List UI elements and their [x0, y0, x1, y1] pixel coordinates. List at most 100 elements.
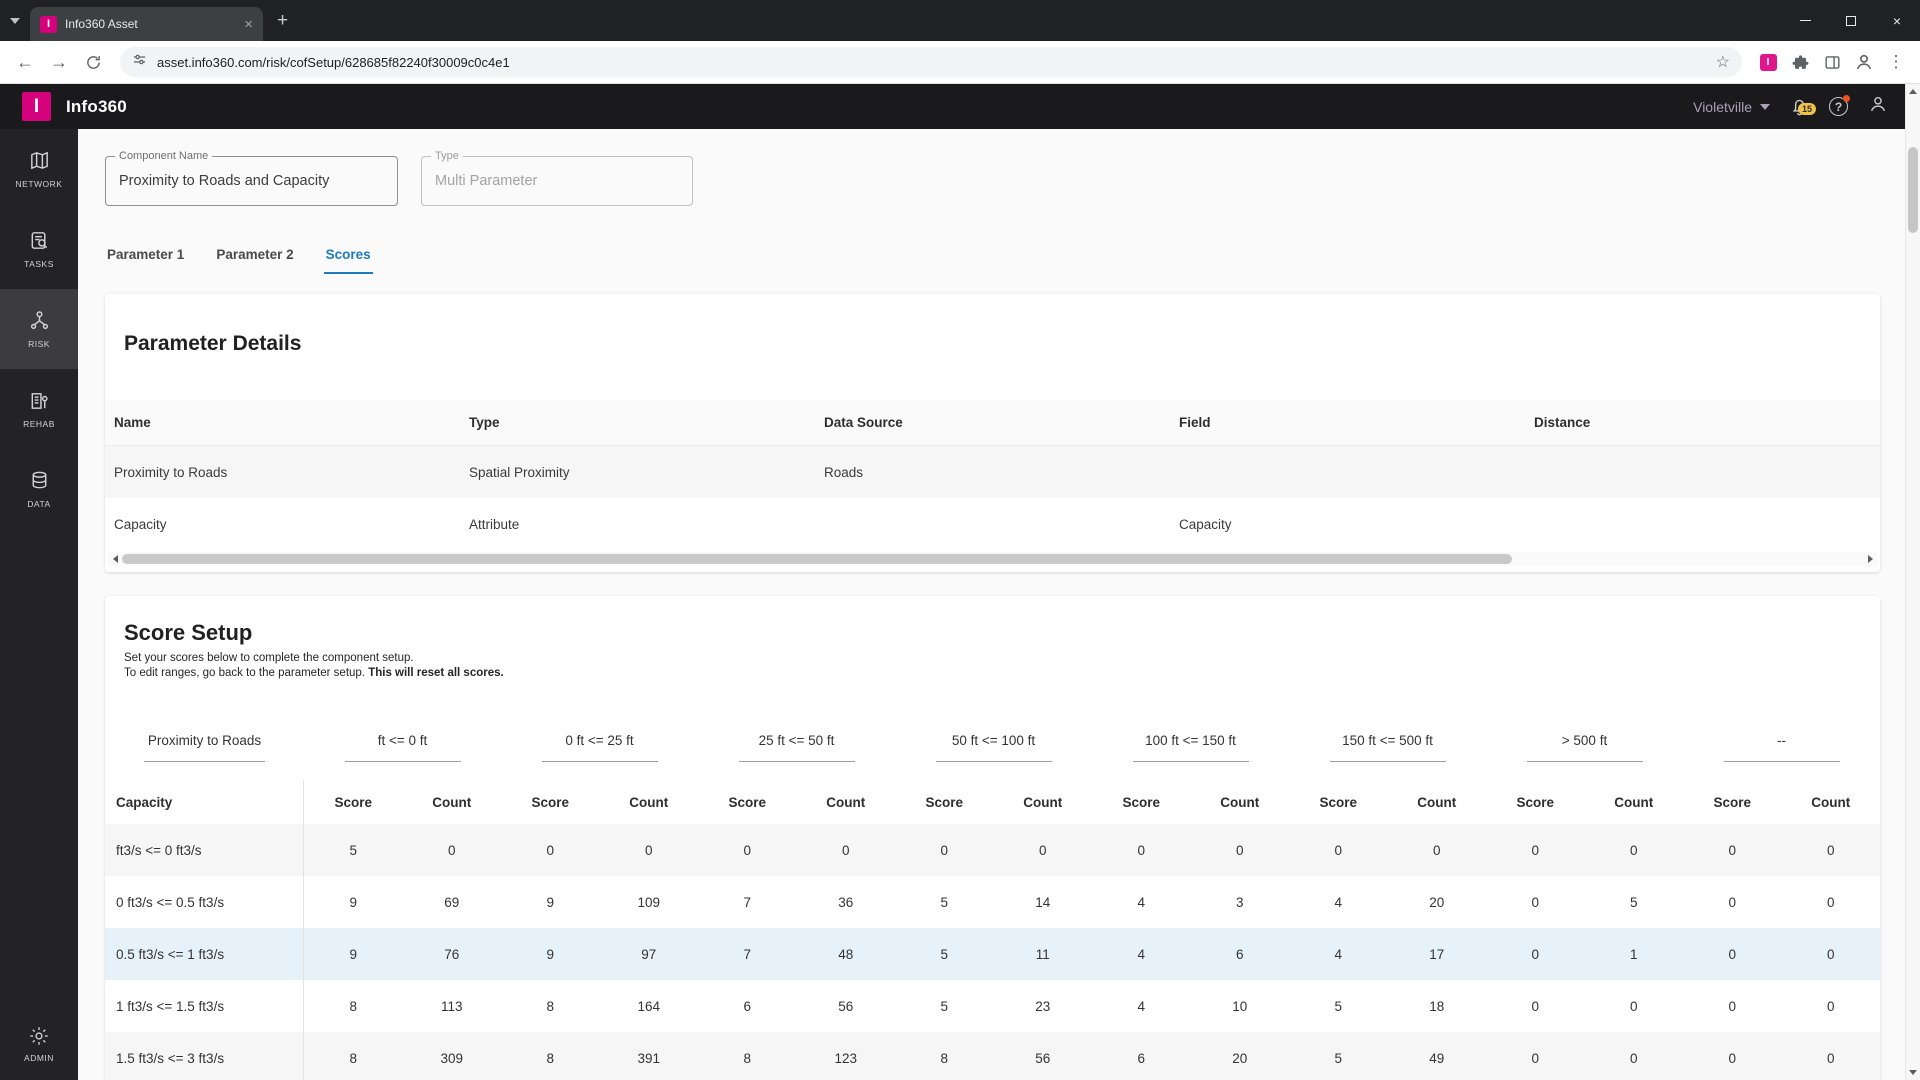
pd-cell: Capacity — [1179, 516, 1232, 532]
sidebar-item-rehab[interactable]: REHAB — [0, 369, 78, 449]
user-profile-button[interactable] — [1867, 93, 1889, 120]
score-value-cell[interactable]: 0 — [1486, 1032, 1585, 1080]
score-value-cell[interactable]: 4 — [1289, 928, 1388, 980]
score-value-cell[interactable]: 0 — [1486, 824, 1585, 876]
score-value-cell[interactable]: 9 — [304, 876, 403, 928]
profile-avatar-icon[interactable] — [1848, 46, 1880, 78]
tab-close-icon[interactable]: × — [244, 17, 253, 32]
score-value-cell[interactable]: 8 — [501, 980, 600, 1032]
new-tab-button[interactable]: + — [277, 10, 288, 32]
score-col-header: Capacity — [105, 780, 304, 824]
info360-logo[interactable]: I — [22, 92, 51, 121]
pinned-extension-icon[interactable]: I — [1752, 46, 1784, 78]
score-value-cell[interactable]: 4 — [1289, 876, 1388, 928]
score-value-cell[interactable]: 8 — [895, 1032, 994, 1080]
score-label: Score — [1713, 794, 1752, 810]
score-value-cell[interactable]: 8 — [698, 1032, 797, 1080]
side-panel-icon[interactable] — [1816, 46, 1848, 78]
pd-column-header: Field — [1179, 415, 1211, 430]
score-value-cell[interactable]: 0 — [1486, 980, 1585, 1032]
score-value-cell[interactable]: 0 — [1683, 824, 1782, 876]
score-value-cell[interactable]: 8 — [304, 1032, 403, 1080]
score-value-cell[interactable]: 0 — [698, 824, 797, 876]
component-name-value[interactable]: Proximity to Roads and Capacity — [119, 157, 329, 205]
vertical-scrollbar[interactable] — [1905, 84, 1920, 1080]
sidebar-item-tasks[interactable]: TASKS — [0, 209, 78, 289]
score-value-cell[interactable]: 4 — [1092, 876, 1191, 928]
score-value-cell[interactable]: 0 — [501, 824, 600, 876]
score-value-cell[interactable]: 0 — [1683, 980, 1782, 1032]
browser-menu-icon[interactable]: ⋮ — [1880, 46, 1912, 78]
score-value-cell[interactable]: 6 — [1092, 1032, 1191, 1080]
score-label: Score — [925, 794, 964, 810]
tab-scores[interactable]: Scores — [323, 243, 373, 274]
score-value-cell[interactable]: 0 — [1683, 928, 1782, 980]
score-value-cell[interactable]: 6 — [698, 980, 797, 1032]
score-value-cell[interactable]: 0 — [1683, 1032, 1782, 1080]
score-value-cell[interactable]: 7 — [698, 928, 797, 980]
count-value-cell: 97 — [641, 946, 657, 962]
sidebar-item-admin[interactable]: ADMIN — [0, 1008, 78, 1080]
score-value-cell[interactable]: 5 — [304, 824, 403, 876]
score-value-cell[interactable]: 4 — [1092, 980, 1191, 1032]
location-selector[interactable]: Violetville — [1693, 99, 1770, 115]
score-value-cell[interactable]: 0 — [1486, 876, 1585, 928]
score-value-cell[interactable]: 8 — [501, 1032, 600, 1080]
reload-icon[interactable] — [76, 45, 110, 79]
score-value-cell[interactable]: 8 — [304, 980, 403, 1032]
site-info-icon[interactable] — [132, 52, 147, 72]
score-value-cell[interactable]: 5 — [1289, 980, 1388, 1032]
maximize-button[interactable] — [1828, 0, 1874, 41]
count-label: Count — [1614, 794, 1654, 810]
tab-search-chevron-icon[interactable] — [0, 17, 30, 24]
score-value-cell[interactable]: 9 — [501, 876, 600, 928]
score-value-cell[interactable]: 7 — [698, 876, 797, 928]
parameter-details-card: Parameter Details Name Type Data Source Fie… — [105, 294, 1880, 572]
bookmark-star-icon[interactable]: ☆ — [1716, 52, 1730, 72]
score-value-cell[interactable]: 9 — [501, 928, 600, 980]
chevron-down-icon — [1760, 103, 1770, 110]
score-value-cell[interactable]: 0 — [1683, 876, 1782, 928]
score-value-cell[interactable]: 0 — [1289, 824, 1388, 876]
scroll-left-icon[interactable] — [108, 555, 122, 563]
score-value-cell[interactable]: 0 — [1092, 824, 1191, 876]
help-button[interactable]: ? — [1829, 95, 1850, 116]
scroll-down-icon[interactable] — [1909, 1070, 1917, 1075]
pd-cell: Spatial Proximity — [469, 464, 570, 480]
tab-parameter-1[interactable]: Parameter 1 — [105, 243, 186, 274]
notifications-button[interactable]: 15 — [1789, 96, 1817, 117]
horizontal-scrollbar[interactable] — [108, 552, 1877, 566]
address-bar[interactable]: asset.info360.com/risk/cofSetup/628685f8… — [120, 47, 1742, 77]
sidebar-item-data[interactable]: DATA — [0, 449, 78, 529]
browser-tab[interactable]: I Info360 Asset × — [30, 7, 263, 41]
url-text[interactable]: asset.info360.com/risk/cofSetup/628685f8… — [157, 55, 1706, 70]
scroll-right-icon[interactable] — [1863, 555, 1877, 563]
score-value-cell[interactable]: 5 — [1289, 1032, 1388, 1080]
count-label: Count — [629, 794, 669, 810]
score-value-cell[interactable]: 5 — [895, 928, 994, 980]
back-icon[interactable]: ← — [8, 45, 42, 79]
close-button[interactable]: × — [1874, 0, 1920, 41]
sidebar-item-risk[interactable]: RISK — [0, 289, 78, 369]
count-value-cell: 56 — [838, 998, 854, 1014]
forward-icon[interactable]: → — [42, 45, 76, 79]
extensions-puzzle-icon[interactable] — [1784, 46, 1816, 78]
score-label: Score — [1122, 794, 1161, 810]
score-value-cell[interactable]: 0 — [1486, 928, 1585, 980]
score-value-cell[interactable]: 5 — [895, 876, 994, 928]
score-value-cell[interactable]: 0 — [895, 824, 994, 876]
sidebar-item-network[interactable]: NETWORK — [0, 129, 78, 209]
count-value-cell: 6 — [1235, 946, 1244, 962]
score-value-cell[interactable]: 9 — [304, 928, 403, 980]
score-value-cell[interactable]: 4 — [1092, 928, 1191, 980]
score-label: Score — [1516, 794, 1555, 810]
minimize-button[interactable] — [1782, 0, 1828, 41]
component-name-field[interactable]: Component Name Proximity to Roads and Ca… — [105, 150, 398, 206]
score-range-header: 0 ft <= 25 ft — [501, 733, 698, 762]
tab-parameter-2[interactable]: Parameter 2 — [214, 243, 295, 274]
horizontal-scroll-thumb[interactable] — [122, 554, 1512, 564]
score-value-cell[interactable]: 5 — [895, 980, 994, 1032]
browser-tab-strip: I Info360 Asset × + × — [0, 0, 1920, 41]
scroll-up-icon[interactable] — [1909, 89, 1917, 94]
vertical-scroll-thumb[interactable] — [1908, 147, 1918, 233]
